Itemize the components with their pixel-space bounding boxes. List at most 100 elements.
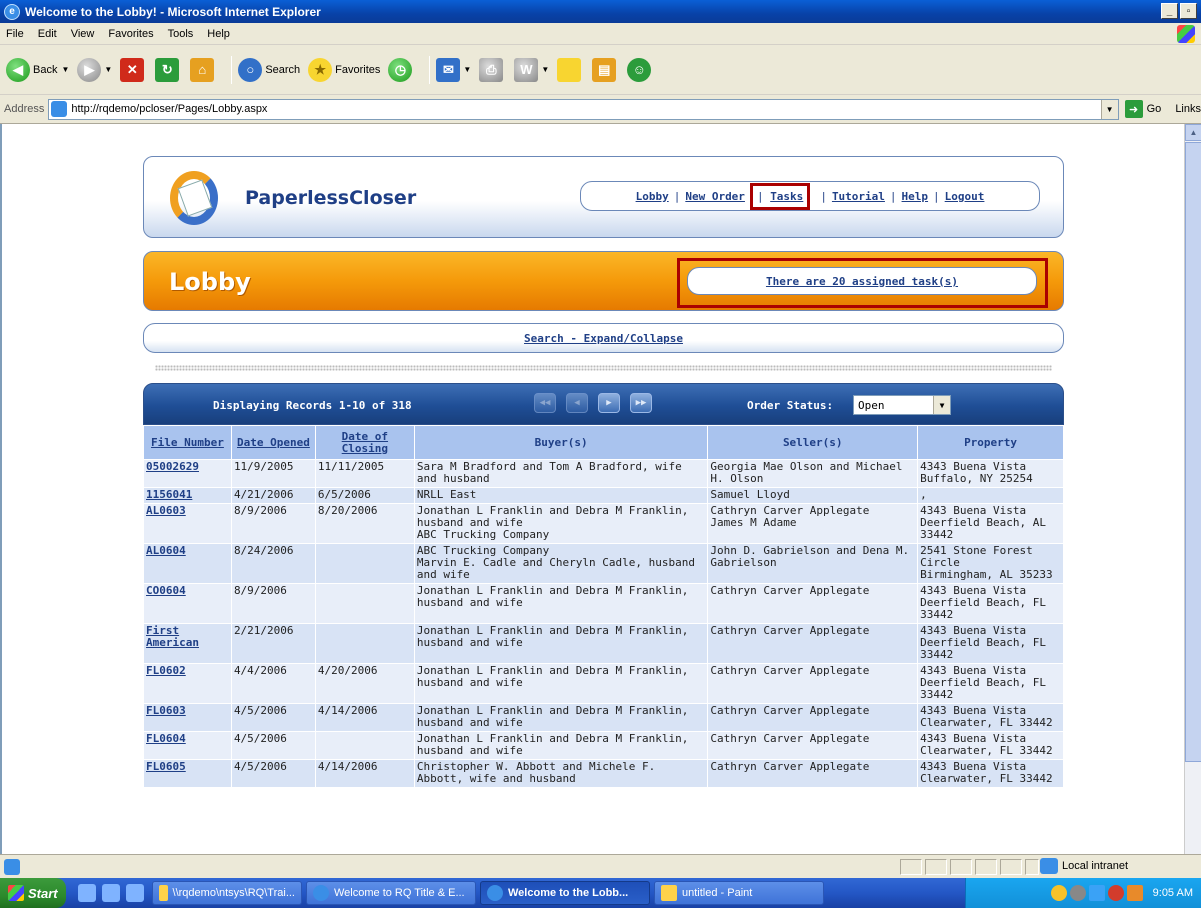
cell-date-opened: 4/21/2006 [230, 487, 316, 504]
chevron-down-icon: ▼ [933, 396, 950, 414]
file-number-link[interactable]: FL0603 [146, 704, 186, 717]
file-number-link[interactable]: FL0605 [146, 760, 186, 773]
printer-icon: ⎙ [479, 57, 504, 82]
menu-favorites[interactable]: Favorites [108, 28, 153, 40]
menu-file[interactable]: File [6, 28, 24, 40]
cell-property: 4343 Buena Vista Clearwater, FL 33442 [917, 759, 1064, 788]
research-button[interactable]: ▤ [592, 57, 619, 82]
menu-view[interactable]: View [71, 28, 95, 40]
cell-date-closing [314, 623, 415, 664]
refresh-button[interactable]: ↻ [155, 57, 182, 82]
vertical-scrollbar[interactable]: ▲ [1184, 124, 1201, 854]
page-status-icon [4, 858, 20, 875]
nav-lobby[interactable]: Lobby [636, 190, 669, 203]
app-quicklaunch-icon[interactable] [126, 884, 144, 902]
favorites-button[interactable]: ★ Favorites [308, 57, 380, 82]
scroll-up-icon[interactable]: ▲ [1185, 124, 1201, 141]
prev-page-icon[interactable]: ◀ [566, 393, 588, 413]
last-page-icon[interactable]: ▶▶ [630, 393, 652, 413]
file-number-link[interactable]: 05002629 [146, 460, 199, 473]
ie-quicklaunch-icon[interactable] [102, 884, 120, 902]
first-page-icon[interactable]: ◀◀ [534, 393, 556, 413]
chevron-down-icon[interactable]: ▼ [1100, 99, 1118, 119]
history-button[interactable]: ◷ [388, 57, 415, 82]
table-row: FL0604 4/5/2006 Jonathan L Franklin and De… [143, 731, 1064, 760]
shield-icon[interactable] [1050, 885, 1067, 901]
mail-button[interactable]: ✉ ▼ [436, 57, 471, 82]
paperlesscloser-logo-icon [164, 167, 224, 229]
nav-tutorial[interactable]: Tutorial [832, 190, 885, 203]
menu-tools[interactable]: Tools [168, 28, 194, 40]
file-number-link[interactable]: 1156041 [146, 488, 192, 501]
flower-icon[interactable] [1107, 885, 1124, 901]
maximize-button[interactable]: ▫ [1180, 3, 1197, 19]
cell-date-opened-text: 4/5/2006 [233, 704, 287, 717]
menu-help[interactable]: Help [207, 28, 230, 40]
nav-logout[interactable]: Logout [945, 190, 985, 203]
taskbar-btn-rq-title[interactable]: Welcome to RQ Title & E... [306, 881, 476, 905]
network-icon[interactable] [1088, 885, 1105, 901]
table-row: FL0603 4/5/2006 4/14/2006 Jonathan L Frankl… [143, 703, 1064, 732]
taskbar-btn-label: Welcome to RQ Title & E... [334, 887, 465, 899]
file-number-link[interactable]: AL0604 [146, 544, 186, 557]
search-button[interactable]: ○ Search [238, 57, 300, 82]
desktop-icon[interactable] [78, 884, 96, 902]
clock-app-icon[interactable] [1126, 885, 1143, 901]
col-date-opened[interactable]: Date Opened [237, 436, 310, 449]
cell-date-closing: 8/20/2006 [314, 503, 415, 544]
stop-button[interactable]: ✕ [120, 57, 147, 82]
brand-name: PaperlessCloser [245, 187, 417, 209]
forward-button[interactable]: ▶ ▼ [77, 57, 112, 82]
taskbar-btn-paint[interactable]: untitled - Paint [654, 881, 824, 905]
cell-date-opened-text: 4/4/2006 [233, 664, 287, 677]
table-row: FL0602 4/4/2006 4/20/2006 Jonathan L Frankl… [143, 663, 1064, 704]
file-number-link[interactable]: First American [146, 624, 199, 649]
cell-sellers-text: Georgia Mae Olson and Michael H. Olson [710, 460, 903, 485]
address-input[interactable]: http://rqdemo/pcloser/Pages/Lobby.aspx ▼ [48, 98, 1119, 120]
taskbar-btn-folder[interactable]: \\rqdemo\ntsys\RQ\Trai... [152, 881, 302, 905]
links-button[interactable]: Links [1175, 103, 1201, 115]
volume-icon[interactable] [1069, 885, 1086, 901]
cell-sellers: Cathryn Carver Applegate James M Adame [707, 503, 919, 544]
discuss-button[interactable] [557, 57, 584, 82]
cell-buyers: Christopher W. Abbott and Michele F. Abb… [413, 759, 709, 788]
address-label: Address [4, 103, 45, 115]
cell-date-closing-text: 4/14/2006 [317, 760, 378, 773]
edit-button[interactable]: W ▼ [514, 57, 549, 82]
cell-sellers: Cathryn Carver Applegate [707, 703, 919, 732]
col-property: Property [917, 425, 1064, 460]
research-icon: ▤ [592, 57, 617, 82]
nav-tasks[interactable]: Tasks [770, 190, 803, 203]
cell-property-text: 4343 Buena Vista Deerfield Beach, AL 334… [920, 504, 1046, 541]
cell-buyers-text: Jonathan L Franklin and Debra M Franklin… [416, 664, 689, 689]
messenger-button[interactable]: ☺ [627, 57, 654, 82]
home-button[interactable]: ⌂ [190, 57, 217, 82]
next-page-icon[interactable]: ▶ [598, 393, 620, 413]
word-icon: W [514, 57, 539, 82]
file-number-link[interactable]: FL0604 [146, 732, 186, 745]
cell-date-opened-text: 8/9/2006 [233, 504, 287, 517]
assigned-tasks-link[interactable]: There are 20 assigned task(s) [766, 275, 958, 288]
file-number-link[interactable]: AL0603 [146, 504, 186, 517]
cell-date-opened: 8/24/2006 [230, 543, 316, 584]
taskbar-btn-lobby[interactable]: Welcome to the Lobb... [480, 881, 650, 905]
file-number-link[interactable]: FL0602 [146, 664, 186, 677]
order-status-select[interactable]: Open ▼ [853, 395, 951, 415]
start-button[interactable]: Start [0, 878, 66, 908]
menu-edit[interactable]: Edit [38, 28, 57, 40]
cell-buyers-text: Jonathan L Franklin and Debra M Franklin… [416, 584, 689, 609]
cell-property: , [917, 487, 1064, 504]
nav-help[interactable]: Help [902, 190, 929, 203]
search-expand-link[interactable]: Search - Expand/Collapse [524, 332, 683, 345]
col-file-number[interactable]: File Number [151, 436, 224, 449]
scroll-thumb[interactable] [1185, 142, 1201, 762]
print-button[interactable]: ⎙ [479, 57, 506, 82]
cell-buyers-text: Jonathan L Franklin and Debra M Franklin… [416, 704, 689, 729]
nav-new-order[interactable]: New Order [685, 190, 745, 203]
back-arrow-icon: ◀ [6, 57, 30, 82]
go-button[interactable]: ➜ Go [1124, 100, 1161, 118]
minimize-button[interactable]: _ [1161, 3, 1178, 19]
file-number-link[interactable]: CO0604 [146, 584, 186, 597]
back-button[interactable]: ◀ Back ▼ [6, 57, 69, 82]
col-date-closing[interactable]: Date of Closing [342, 430, 388, 455]
